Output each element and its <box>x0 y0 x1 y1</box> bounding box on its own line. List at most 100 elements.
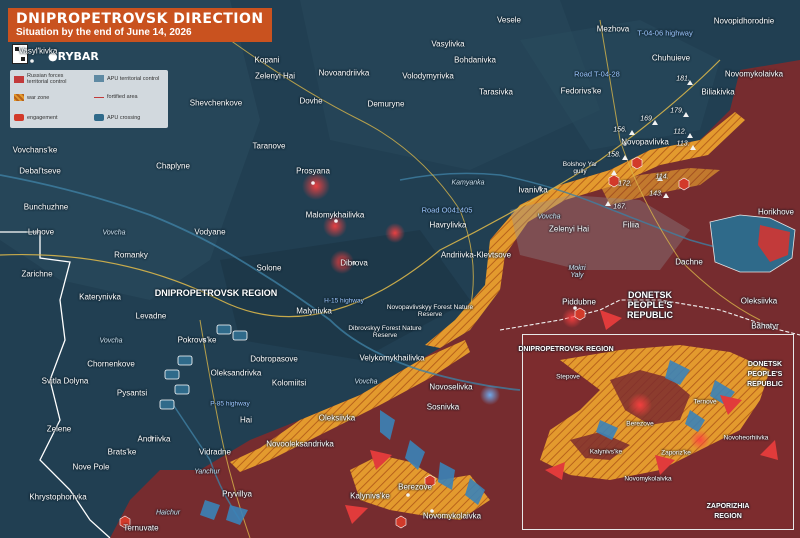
legend-apu-crossing: APU crossing <box>94 114 140 121</box>
settlement-label: Novoselivka <box>429 382 473 392</box>
height-label: 181. <box>676 75 690 83</box>
settlement-label: Kopani <box>254 55 280 65</box>
settlement-label: Chaplyne <box>156 161 190 171</box>
settlement-label: Filiia <box>622 220 640 230</box>
settlement-label: Novomykolaivka <box>724 69 784 79</box>
settlement-label: Debal'tseve <box>19 166 61 176</box>
settlement-label: Svitla Dolyna <box>41 376 89 386</box>
settlement-label: Novopidhorodnie <box>713 16 775 26</box>
height-label: 114. <box>655 173 669 181</box>
inset-region-label-donetsk: DONETSK PEOPLE'S REPUBLIC <box>747 361 783 388</box>
settlement-label: Sosnivka <box>426 402 460 412</box>
settlement-label: Nove Pole <box>72 462 110 472</box>
settlement-label: Hai <box>239 415 253 425</box>
legend-label: fortified area <box>107 94 138 100</box>
gully-label: Bolshoy Yar gully <box>562 161 598 175</box>
settlement-label: Dibrova <box>340 258 368 268</box>
settlement-label: Andriivka-Klevtsove <box>440 250 512 260</box>
inset-settlement-label: Stepove <box>556 373 580 381</box>
river-label: Vovcha <box>102 229 126 237</box>
legend-swatch-line <box>94 96 104 98</box>
settlement-label: Vodyane <box>194 227 226 237</box>
legend-label: APU territorial control <box>107 75 160 82</box>
legend-russian-control: Russian forces territorial control <box>14 73 79 85</box>
legend-swatch-blue <box>94 75 104 82</box>
road-label: P-85 highway <box>210 400 250 408</box>
settlement-label: Havrylivka <box>429 220 467 230</box>
settlement-label: Kolomiitsi <box>271 378 307 388</box>
settlement-label: Levadne <box>135 311 167 321</box>
settlement-label: Vidradne <box>199 447 231 457</box>
settlement-label: Zelenyi Hai <box>548 224 590 234</box>
settlement-label: Fedorivs'ke <box>560 86 602 96</box>
legend-apu-control: APU territorial control <box>94 75 163 82</box>
river-label: Haichur <box>155 509 181 517</box>
overview-minimap <box>709 214 796 273</box>
map-canvas: DNIPROPETROVSK DIRECTION Situation by th… <box>0 0 800 538</box>
settlement-label: Romanky <box>114 250 148 260</box>
settlement-label: Velykomykhailivka <box>359 353 425 363</box>
settlement-label: Ivanivka <box>518 185 548 195</box>
settlement-label: Katerynivka <box>79 292 121 302</box>
brand-name: RYBAR <box>57 50 99 63</box>
settlement-label: Oleksandrivka <box>210 368 262 378</box>
settlement-label: Taranove <box>252 141 286 151</box>
legend-label: engagement <box>27 114 58 121</box>
settlement-label: Berezove <box>398 482 432 492</box>
settlement-label: Biliakivka <box>701 87 735 97</box>
river-label: Mokri Yaly <box>568 265 586 279</box>
settlement-label: Novomykolaivka <box>422 511 482 521</box>
settlement-label: Vesele <box>496 15 522 25</box>
legend-label: APU crossing <box>107 114 141 121</box>
legend-swatch-crossing <box>94 114 104 121</box>
legend-engagement: engagement <box>14 114 58 121</box>
settlement-label: Bohdanivka <box>454 55 496 65</box>
settlement-label: Chuhuieve <box>651 53 691 63</box>
height-label: 143. <box>649 190 663 198</box>
map-legend: Russian forces territorial control APU t… <box>10 70 168 128</box>
forest-label: Novopavlivskyy Forest Nature Reserve <box>386 304 474 318</box>
inset-settlement-label: Zaporiz'ke <box>661 449 691 457</box>
forest-label: Dibrovskyy Forest Nature Reserve <box>348 325 422 339</box>
river-label: Vovcha <box>99 337 123 345</box>
inset-settlement-label: Ternove <box>693 398 717 406</box>
settlement-label: Demuryne <box>367 99 405 109</box>
settlement-label: Vasyl'kivka <box>18 46 58 56</box>
river-label: Vovcha <box>354 378 378 386</box>
height-label: 113. <box>676 140 690 148</box>
settlement-label: Novoandriivka <box>318 68 370 78</box>
road-label: H-15 highway <box>324 297 364 305</box>
height-label: 156. <box>613 126 627 134</box>
inset-region-label-dnipropetrovsk: DNIPROPETROVSK REGION <box>518 346 614 353</box>
height-label: 179. <box>670 107 684 115</box>
river-label: Vovcha <box>537 213 561 221</box>
settlement-label: Zelenyi Hai <box>254 71 296 81</box>
legend-label: Russian forces territorial control <box>27 73 67 85</box>
region-label-dnipropetrovsk: DNIPROPETROVSK REGION <box>154 288 278 298</box>
legend-swatch-red <box>14 75 24 83</box>
inset-settlement-label: Berezove <box>626 420 654 428</box>
settlement-label: Pokrovs'ke <box>177 335 217 345</box>
legend-swatch-hatch <box>14 94 24 101</box>
inset-settlement-label: Novomykolaivka <box>624 475 672 483</box>
settlement-label: Solone <box>256 263 282 273</box>
settlement-label: Novopavlivka <box>621 137 669 147</box>
settlement-label: Pysantsi <box>116 388 148 398</box>
settlement-label: Brats'ke <box>107 447 137 457</box>
road-label: Road T-04-28 <box>574 69 620 79</box>
settlement-label: Horikhove <box>757 207 795 217</box>
settlement-label: Shevchenkove <box>189 98 243 108</box>
settlement-label: Prosyana <box>296 166 330 176</box>
height-label: 167. <box>613 203 627 211</box>
settlement-label: Dovhe <box>299 96 323 106</box>
road-label: Road O041405 <box>421 205 473 215</box>
inset-settlement-label: Novoheorhiivka <box>723 434 769 442</box>
settlement-label: Novooleksandrivka <box>266 439 334 449</box>
settlement-label: Zarichne <box>21 269 53 279</box>
settlement-label: Andriivka <box>137 434 171 444</box>
settlement-label: Chornenkove <box>87 359 135 369</box>
legend-fortified-area: fortified area <box>94 94 138 100</box>
settlement-label: Dobropasove <box>250 354 298 364</box>
settlement-label: Dachne <box>675 257 703 267</box>
inset-region-label-zaporizhia: ZAPORIZHIA REGION <box>706 503 750 520</box>
